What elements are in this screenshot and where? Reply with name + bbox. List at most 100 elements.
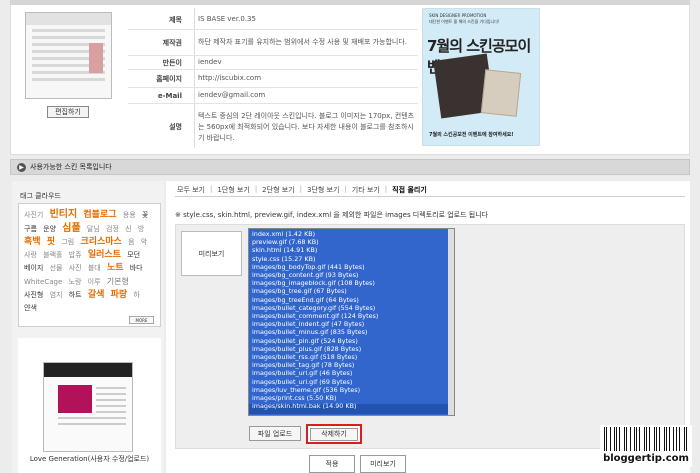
tab-item[interactable]: 기타 보기 xyxy=(350,185,382,195)
scrollbar[interactable] xyxy=(448,229,454,415)
info-row-homepage: 홈페이지 http://iscubix.com xyxy=(128,70,418,88)
tab-item[interactable]: 모두 보기 xyxy=(175,185,207,195)
info-label: 제작권 xyxy=(162,38,182,47)
file-list-item[interactable]: images/bullet_plus.gif (828 Bytes) xyxy=(252,345,451,353)
banner-bottom-text: 7월의 스킨공모전 이벤트에 참여하세요! xyxy=(429,132,514,138)
file-list-item[interactable]: images/bg_treeEnd.gif (64 Bytes) xyxy=(252,296,451,304)
tag-link[interactable]: 얀색 xyxy=(24,304,37,312)
tag-link[interactable]: WhiteCage xyxy=(24,278,62,286)
skin-thumbnail[interactable] xyxy=(43,362,133,452)
tab-item[interactable]: 3단형 보기 xyxy=(305,185,341,195)
email-link[interactable]: iendev@gmail.com xyxy=(190,90,418,101)
file-list-item[interactable]: images/bg_tree.gif (67 Bytes) xyxy=(252,287,451,295)
tag-link[interactable]: 사랑 xyxy=(24,251,37,259)
tag-link[interactable]: 심플 xyxy=(62,223,80,234)
info-row-title: 제목 IS BASE ver.0.35 xyxy=(128,10,418,30)
apply-button[interactable]: 적용 xyxy=(309,455,355,473)
tag-link[interactable]: 구름 xyxy=(24,225,37,233)
homepage-link[interactable]: http://iscubix.com xyxy=(190,73,418,84)
skin-thumbnail xyxy=(25,12,112,99)
file-list-item[interactable]: images/bullet_url.gif (46 Bytes) xyxy=(252,369,451,377)
tag-link[interactable]: 파랑 xyxy=(111,290,128,300)
edit-button[interactable]: 편집하기 xyxy=(47,106,89,118)
tag-link[interactable]: 크리스마스 xyxy=(80,237,121,247)
tag-link[interactable]: 용용 xyxy=(123,211,136,219)
tag-link[interactable]: 신 xyxy=(125,225,131,233)
tag-link[interactable]: 밥쥬 xyxy=(69,251,82,259)
tag-link[interactable]: 컴블로그 xyxy=(83,210,116,220)
banner-photo xyxy=(480,69,522,117)
preview-apply-button[interactable]: 미리보기 xyxy=(360,455,406,473)
file-list-item[interactable]: images/bg_imageblock.gif (108 Bytes) xyxy=(252,279,451,287)
upload-notice: ※ style.css, skin.html, preview.gif, ind… xyxy=(175,211,489,219)
tag-link[interactable]: 그림 xyxy=(61,238,74,246)
tag-link[interactable]: 노랑 xyxy=(69,278,82,286)
file-list-item[interactable]: images/bullet_comment.gif (124 Bytes) xyxy=(252,312,451,320)
info-label: 홈페이지 xyxy=(156,74,182,83)
barcode-icon xyxy=(604,427,688,451)
tag-link[interactable]: 검정 xyxy=(106,225,119,233)
tag-link[interactable]: 바다 xyxy=(130,264,143,272)
tab-item[interactable]: 1단형 보기 xyxy=(215,185,251,195)
tag-link[interactable]: 블대 xyxy=(88,264,101,272)
file-list-item[interactable]: images/bullet_url.gif (69 Bytes) xyxy=(252,378,451,386)
info-value: IS BASE ver.0.35 xyxy=(198,15,256,23)
tag-link[interactable]: 선물 xyxy=(50,264,63,272)
file-list-item[interactable]: images/bullet_category.gif (554 Bytes) xyxy=(252,304,451,312)
file-list-item[interactable]: index.xml (1.42 KB) xyxy=(252,230,451,238)
file-list-item[interactable]: style.css (15.27 KB) xyxy=(252,255,451,263)
section-title: 사용가능한 스킨 목록입니다 xyxy=(30,163,112,171)
tag-link[interactable]: 핏 xyxy=(47,237,55,247)
tag-link[interactable]: 사진기 xyxy=(24,211,43,219)
file-list-item[interactable]: images/print.css (5.50 KB) xyxy=(252,394,451,402)
tag-link[interactable]: 빈티지 xyxy=(50,209,78,220)
section-header: ▶ 사용가능한 스킨 목록입니다 xyxy=(10,159,690,175)
file-upload-button[interactable]: 파일 업로드 xyxy=(249,426,301,441)
tag-link[interactable]: 블랙홀 xyxy=(43,251,62,259)
file-list-item[interactable]: images/bullet_pin.gif (524 Bytes) xyxy=(252,337,451,345)
tag-link[interactable]: 악 xyxy=(141,238,147,246)
delete-button[interactable]: 삭제하기 xyxy=(310,427,358,441)
file-list-item[interactable]: images/luv_theme.gif (536 Bytes) xyxy=(252,386,451,394)
file-list[interactable]: index.xml (1.42 KB) preview.gif (7.68 KB)… xyxy=(248,228,455,416)
file-list-item[interactable]: images/bullet_rss.gif (518 Bytes) xyxy=(252,353,451,361)
tag-link[interactable]: 방 xyxy=(138,225,144,233)
file-list-item[interactable]: images/bg_content.gif (93 Bytes) xyxy=(252,271,451,279)
preview-button[interactable]: 미리보기 xyxy=(181,231,242,276)
tag-link[interactable]: 흑백 xyxy=(24,237,41,247)
file-list-item[interactable]: images/bullet_indent.gif (47 Bytes) xyxy=(252,320,451,328)
tag-link[interactable]: 일러스트 xyxy=(88,250,121,260)
tab-item[interactable]: 직접 올리기 xyxy=(390,185,429,195)
tag-link[interactable]: 갈색 xyxy=(88,290,105,300)
banner-subtitle2: 대단한 이벤트 올 해의 스킨을 기다립니다! xyxy=(429,19,500,24)
info-label: 만든이 xyxy=(162,58,182,67)
arrow-right-icon: ▶ xyxy=(17,162,26,172)
file-list-item[interactable]: images/skin.html.bak (14.90 KB) xyxy=(252,402,451,410)
file-list-item[interactable]: images/bullet_tag.gif (78 Bytes) xyxy=(252,361,451,369)
tag-link[interactable]: 꽃 xyxy=(142,211,148,219)
tag-link[interactable]: 하 xyxy=(133,291,139,299)
info-value: 하단 제작자 표기를 유지하는 범위에서 수정 사용 및 재배포 가능합니다. xyxy=(198,38,408,46)
tag-link[interactable]: 염지 xyxy=(50,291,63,299)
file-list-item[interactable]: images/bullet_minus.gif (835 Bytes) xyxy=(252,328,451,336)
file-list-item[interactable]: images/bg_bodyTop.gif (441 Bytes) xyxy=(252,263,451,271)
tab-separator: | xyxy=(299,185,302,193)
tab-underline xyxy=(175,196,685,197)
file-list-item[interactable]: preview.gif (7.68 KB) xyxy=(252,238,451,246)
file-list-item[interactable]: skin.html (14.91 KB) xyxy=(252,246,451,254)
tag-link[interactable]: 음 xyxy=(128,238,134,246)
more-button[interactable]: MORE xyxy=(129,316,154,324)
tab-item[interactable]: 2단형 보기 xyxy=(260,185,296,195)
tag-link[interactable]: 모던 xyxy=(127,251,140,259)
tag-link[interactable]: 운양 xyxy=(43,225,56,233)
tag-link[interactable]: 이루 xyxy=(88,278,101,286)
tag-link[interactable]: 하트 xyxy=(69,291,82,299)
tag-link[interactable]: 사진형 xyxy=(24,291,43,299)
tag-link[interactable]: 노트 xyxy=(107,263,124,273)
tag-link[interactable]: 달님 xyxy=(87,225,100,233)
info-row-email: e-Mail iendev@gmail.com xyxy=(128,88,418,104)
tag-link[interactable]: 기본형 xyxy=(107,277,129,286)
tag-link[interactable]: 베이지 xyxy=(24,264,43,272)
promotion-banner[interactable]: SKIN DESIGNER PROMOTION 대단한 이벤트 올 해의 스킨을… xyxy=(422,8,540,146)
tag-link[interactable]: 사진 xyxy=(69,264,82,272)
